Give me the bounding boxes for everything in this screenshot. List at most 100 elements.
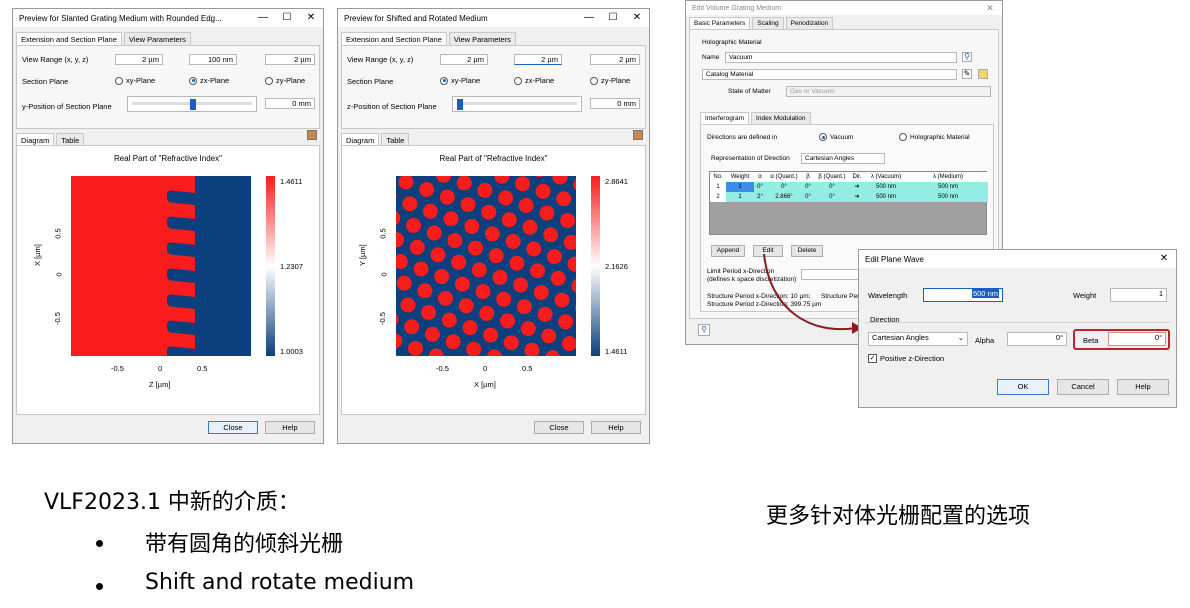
wavelength-input[interactable]: 500 nm	[923, 288, 1003, 302]
representation-label: Representation of Direction	[711, 155, 790, 162]
maximize-icon[interactable]: ☐	[601, 9, 625, 27]
lattice-circle	[543, 227, 559, 243]
help-button[interactable]: Help	[1117, 379, 1169, 395]
lattice-circle	[537, 306, 553, 322]
table-cell: 0°	[805, 184, 811, 190]
position-label: y-Position of Section Plane	[22, 102, 112, 111]
lattice-circle	[438, 290, 453, 306]
table-cell: 0°	[781, 184, 787, 190]
table-cell: 1	[738, 194, 742, 200]
lattice-circle	[426, 225, 442, 241]
slider-track	[457, 102, 577, 105]
lattice-circle	[443, 211, 459, 227]
append-button[interactable]: Append	[711, 245, 745, 257]
tab-extension[interactable]: Extension and Section Plane	[16, 32, 122, 46]
search-icon[interactable]: ⚲	[962, 52, 972, 62]
radio-vacuum[interactable]: Vacuum	[819, 133, 853, 141]
lattice-circle	[505, 234, 521, 249]
alpha-input[interactable]: 0°	[1007, 332, 1067, 346]
lattice-circle	[475, 284, 491, 300]
position-input[interactable]: 0 mm	[265, 98, 315, 109]
minimize-icon[interactable]: —	[251, 9, 275, 27]
position-slider[interactable]	[452, 96, 582, 112]
cancel-button[interactable]: Cancel	[1057, 379, 1109, 395]
radio-label: Holographic Material	[910, 133, 970, 141]
weight-input[interactable]: 1	[1110, 288, 1167, 302]
radio-zy-plane[interactable]: zy-Plane	[590, 76, 630, 85]
view-range-y-input[interactable]: 100 nm	[189, 54, 237, 65]
direction-type-select[interactable]: Cartesian Angles ⌄	[868, 332, 968, 346]
radio-label: zy-Plane	[601, 76, 631, 85]
table-cell: 2	[710, 192, 726, 202]
slider-thumb[interactable]	[190, 99, 196, 110]
table-row[interactable]: 1 1 0° 0° 0° 0° ➔ 500 nm 500 nm	[710, 182, 988, 192]
maximize-icon[interactable]: ☐	[275, 9, 299, 27]
radio-label: zx-Plane	[525, 76, 555, 85]
lattice-circle	[445, 334, 461, 350]
tab-periodization[interactable]: Periodization	[785, 17, 834, 29]
lattice-circle	[509, 255, 525, 271]
tab-scaling[interactable]: Scaling	[752, 17, 784, 29]
view-range-z-input[interactable]: 2 µm	[590, 54, 640, 65]
position-input[interactable]: 0 mm	[590, 98, 640, 109]
help-button[interactable]: Help	[591, 421, 641, 434]
lattice-circle	[554, 292, 570, 308]
tab-basic-parameters[interactable]: Basic Parameters	[689, 17, 751, 29]
catalog-select[interactable]: Catalog Material	[702, 69, 957, 80]
tab-extension[interactable]: Extension and Section Plane	[341, 32, 447, 46]
radio-zx-plane[interactable]: zx-Plane	[514, 76, 554, 85]
tab-index-modulation[interactable]: Index Modulation	[751, 112, 811, 124]
name-input[interactable]: Vacuum	[725, 52, 957, 63]
view-range-z-input[interactable]: 2 µm	[265, 54, 315, 65]
tab-interferogram[interactable]: Interferogram	[700, 112, 750, 124]
close-icon[interactable]: ✕	[625, 9, 649, 27]
lattice-circle	[462, 320, 478, 336]
beta-label: Beta	[1083, 336, 1099, 345]
colorbar-mid: 1.2307	[280, 262, 303, 271]
direction-type-value: Cartesian Angles	[872, 333, 929, 342]
radio-zy-plane[interactable]: zy-Plane	[265, 76, 305, 85]
col-header: λ (Medium)	[932, 174, 963, 180]
close-button[interactable]: Close	[534, 421, 584, 434]
lattice-circle	[515, 176, 530, 192]
section-title: Holographic Material	[702, 39, 762, 46]
export-icon[interactable]	[633, 130, 643, 140]
positive-z-checkbox[interactable]: ✓ Positive z-Direction	[868, 354, 944, 363]
radio-xy-plane[interactable]: xy-Plane	[115, 76, 155, 85]
tab-view-parameters[interactable]: View Parameters	[123, 32, 191, 46]
radio-zx-plane[interactable]: zx-Plane	[189, 76, 229, 85]
radio-label: xy-Plane	[451, 76, 481, 85]
slider-thumb[interactable]	[457, 99, 463, 110]
beta-input[interactable]: 0°	[1108, 332, 1166, 346]
view-range-y-input[interactable]: 2 µm	[514, 54, 562, 65]
export-icon[interactable]	[307, 130, 317, 140]
radio-xy-plane[interactable]: xy-Plane	[440, 76, 480, 85]
zoom-icon[interactable]: ⚲	[698, 324, 710, 336]
close-icon[interactable]: ✕	[978, 1, 1002, 15]
pencil-icon[interactable]: ✎	[962, 69, 972, 79]
close-icon[interactable]: ✕	[1152, 250, 1176, 268]
colorbar	[591, 176, 600, 356]
y-tick: -0.5	[377, 312, 387, 325]
table-row[interactable]: 2 1 2° 2.866° 0° 0° ➔ 500 nm 500 nm	[710, 192, 988, 202]
representation-select[interactable]: Cartesian Angles	[801, 153, 885, 164]
folder-icon[interactable]	[978, 69, 988, 79]
lattice-circle	[447, 233, 463, 249]
ok-button[interactable]: OK	[997, 379, 1049, 395]
edit-plane-wave-dialog: Edit Plane Wave ✕ Wavelength 500 nm Weig…	[858, 249, 1177, 408]
radio-holographic[interactable]: Holographic Material	[899, 133, 970, 141]
close-button[interactable]: Close	[208, 421, 258, 434]
close-icon[interactable]: ✕	[299, 9, 323, 27]
view-range-x-input[interactable]: 2 µm	[440, 54, 488, 65]
table-header: No. Weight α α (Quant.) β β (Quant.) Dir…	[710, 172, 988, 182]
lattice-circle	[451, 254, 467, 270]
lattice-circle	[430, 247, 446, 263]
position-slider[interactable]	[127, 96, 257, 112]
radio-label: zy-Plane	[276, 76, 306, 85]
minimize-icon[interactable]: —	[577, 9, 601, 27]
tab-view-parameters[interactable]: View Parameters	[448, 32, 516, 46]
help-button[interactable]: Help	[265, 421, 315, 434]
lattice-circle	[464, 218, 480, 234]
preview-window-slanted: Preview for Slanted Grating Medium with …	[12, 8, 324, 444]
view-range-x-input[interactable]: 2 µm	[115, 54, 163, 65]
